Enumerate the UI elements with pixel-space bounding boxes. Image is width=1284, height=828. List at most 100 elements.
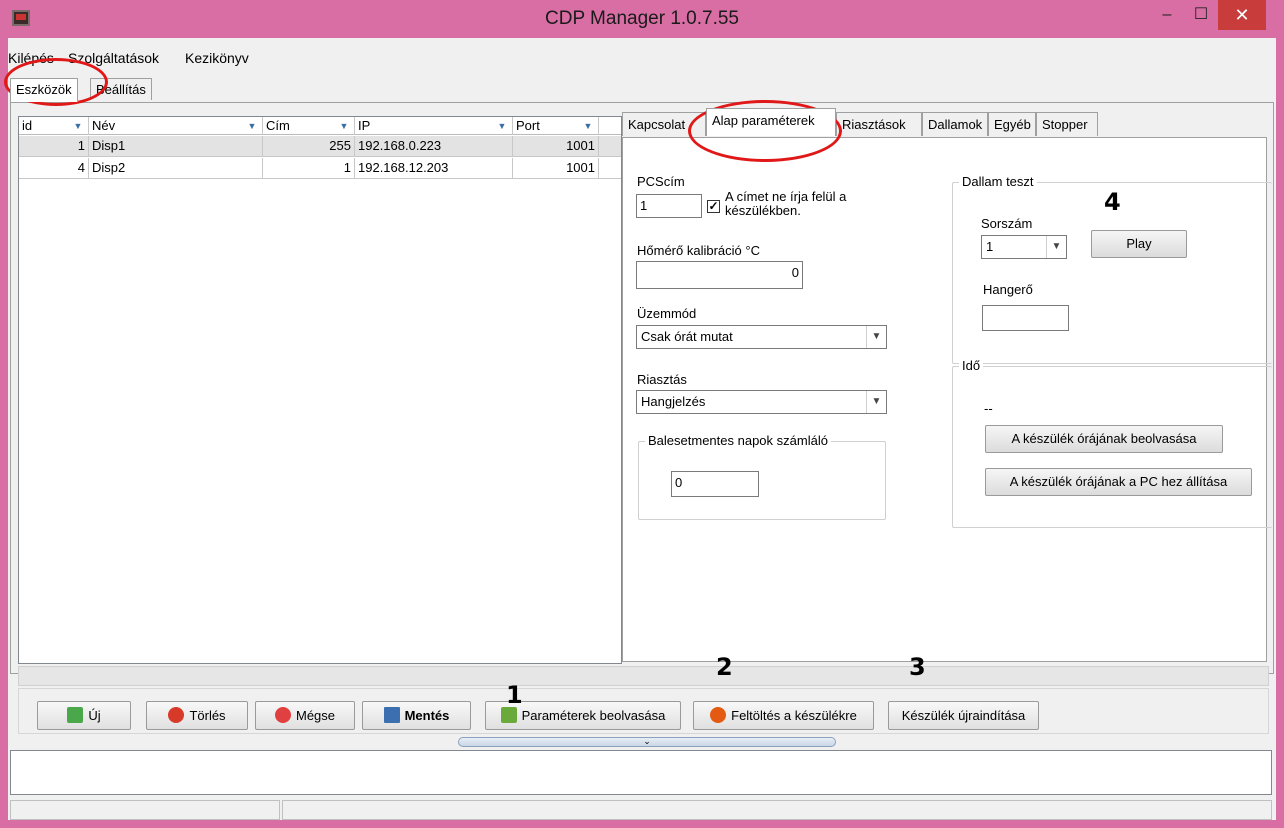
index-select-value: 1	[986, 239, 994, 254]
new-button[interactable]: Új	[37, 701, 131, 730]
read-params-button-label: Paraméterek beolvasása	[521, 708, 666, 723]
table-row[interactable]: 4 Disp2 1 192.168.12.203 1001	[19, 158, 621, 179]
upload-button[interactable]: Feltöltés a készülékre	[693, 701, 874, 730]
time-value: --	[984, 401, 993, 416]
device-grid[interactable]: id ▼ Név ▼ Cím ▼ IP ▼ Port ▼ 1 Disp1 255 192.…	[18, 116, 622, 664]
record-icon	[710, 707, 727, 723]
new-button-label: Új	[88, 708, 101, 723]
cell-cim: 255	[263, 136, 355, 157]
mode-select-value: Csak órát mutat	[641, 329, 733, 344]
mode-label: Üzemmód	[637, 306, 697, 321]
time-title: Idő	[959, 358, 984, 373]
chevron-down-icon[interactable]: ▼	[1046, 236, 1066, 258]
cell-ip: 192.168.0.223	[355, 136, 513, 157]
overwrite-label-line1: A címet ne írja felül a	[725, 189, 847, 204]
annotation-number: 4	[1104, 188, 1121, 216]
save-button-label: Mentés	[404, 708, 450, 723]
title-bar: CDP Manager 1.0.7.55 – ☐ ✕	[0, 0, 1284, 38]
save-button[interactable]: Mentés	[362, 701, 471, 730]
close-button[interactable]: ✕	[1218, 0, 1266, 30]
annotation-number: 1	[506, 681, 523, 709]
alap-parameterek-panel: PCScím 1 ✓ A címet ne írja felül a készü…	[622, 137, 1272, 662]
alarm-select-value: Hangjelzés	[641, 394, 706, 409]
pcscim-label: PCScím	[637, 174, 685, 189]
accident-counter-input[interactable]: 0	[671, 471, 759, 497]
overwrite-label-line2: készülékben.	[725, 203, 801, 218]
cancel-button-label: Mégse	[295, 708, 336, 723]
time-group: Idő -- A készülék órájának beolvasása A …	[952, 358, 1272, 528]
delete-button-label: Törlés	[189, 708, 226, 723]
delete-button[interactable]: Törlés	[146, 701, 248, 730]
log-box[interactable]	[10, 750, 1272, 795]
thermo-label: Hőmérő kalibráció °C	[637, 243, 760, 258]
app-window: CDP Manager 1.0.7.55 – ☐ ✕ Kilépés Szolg…	[0, 0, 1284, 828]
chevron-down-icon[interactable]: ▼	[866, 326, 886, 348]
filter-dropdown-icon[interactable]: ▼	[338, 120, 350, 132]
plus-icon	[67, 707, 84, 723]
window-title: CDP Manager 1.0.7.55	[545, 8, 739, 29]
alarm-label: Riasztás	[637, 372, 687, 387]
alarm-select[interactable]: Hangjelzés ▼	[636, 390, 887, 414]
overwrite-checkbox[interactable]: ✓	[707, 200, 720, 213]
mode-select[interactable]: Csak órát mutat ▼	[636, 325, 887, 349]
download-icon	[500, 707, 517, 723]
column-ip-label: IP	[358, 118, 371, 133]
filter-dropdown-icon[interactable]: ▼	[72, 120, 84, 132]
accident-counter-title: Balesetmentes napok számláló	[645, 433, 831, 448]
splitter-handle[interactable]: ⌄	[458, 737, 836, 747]
upload-button-label: Feltöltés a készülékre	[731, 708, 857, 723]
cancel-button[interactable]: Mégse	[255, 701, 355, 730]
menu-kezikonyv[interactable]: Kezikönyv	[185, 50, 249, 66]
volume-label: Hangerő	[983, 282, 1033, 297]
column-cim[interactable]: Cím ▼	[263, 117, 355, 135]
progress-bar	[18, 666, 1269, 686]
filter-dropdown-icon[interactable]: ▼	[496, 120, 508, 132]
cell-ip: 192.168.12.203	[355, 158, 513, 179]
play-button[interactable]: Play	[1091, 230, 1187, 258]
set-clock-button[interactable]: A készülék órájának a PC hez állítása	[985, 468, 1252, 496]
thermo-input[interactable]: 0	[636, 261, 803, 289]
cell-id: 4	[19, 158, 89, 179]
accident-counter-group: Balesetmentes napok számláló 0	[638, 433, 886, 520]
tab-egyeb[interactable]: Egyéb	[988, 112, 1036, 136]
client-area: Kilépés Szolgáltatások Kezikönyv Eszközö…	[8, 38, 1276, 820]
cancel-icon	[274, 707, 291, 723]
cell-nev: Disp1	[89, 136, 263, 157]
volume-input[interactable]	[982, 305, 1069, 331]
delete-icon	[168, 707, 185, 723]
bottom-toolbar: Új Törlés Mégse Mentés Paraméterek beolv…	[18, 688, 1269, 734]
minimize-button[interactable]: –	[1150, 0, 1184, 30]
column-nev-label: Név	[92, 118, 116, 133]
table-row[interactable]: 1 Disp1 255 192.168.0.223 1001	[19, 136, 621, 157]
column-ip[interactable]: IP ▼	[355, 117, 513, 135]
cell-port: 1001	[513, 136, 599, 157]
tab-dallamok[interactable]: Dallamok	[922, 112, 988, 136]
maximize-button[interactable]: ☐	[1184, 0, 1218, 30]
column-id[interactable]: id ▼	[19, 117, 89, 135]
column-port[interactable]: Port ▼	[513, 117, 599, 135]
status-cell	[282, 800, 1272, 820]
index-select[interactable]: 1 ▼	[981, 235, 1067, 259]
status-cell	[10, 800, 280, 820]
column-id-label: id	[22, 118, 33, 133]
chevron-down-icon[interactable]: ▼	[866, 391, 886, 413]
grid-header: id ▼ Név ▼ Cím ▼ IP ▼ Port ▼	[19, 117, 621, 135]
index-label: Sorszám	[981, 216, 1033, 231]
melody-test-title: Dallam teszt	[959, 174, 1037, 189]
filter-dropdown-icon[interactable]: ▼	[582, 120, 594, 132]
tab-stopper[interactable]: Stopper	[1036, 112, 1098, 136]
tab-eszkozok[interactable]: Eszközök	[10, 78, 78, 102]
tab-alap-parameterek[interactable]: Alap paraméterek	[706, 108, 836, 136]
annotation-number: 2	[716, 653, 733, 681]
cell-port: 1001	[513, 158, 599, 179]
column-cim-label: Cím	[266, 118, 290, 133]
read-clock-button[interactable]: A készülék órájának beolvasása	[985, 425, 1223, 453]
cell-id: 1	[19, 136, 89, 157]
restart-button[interactable]: Készülék újraindítása	[888, 701, 1039, 730]
floppy-icon	[383, 707, 400, 723]
filter-dropdown-icon[interactable]: ▼	[246, 120, 258, 132]
pcscim-input[interactable]: 1	[636, 194, 702, 218]
column-port-label: Port	[516, 118, 540, 133]
tab-riasztasok[interactable]: Riasztások	[836, 112, 922, 136]
column-nev[interactable]: Név ▼	[89, 117, 263, 135]
